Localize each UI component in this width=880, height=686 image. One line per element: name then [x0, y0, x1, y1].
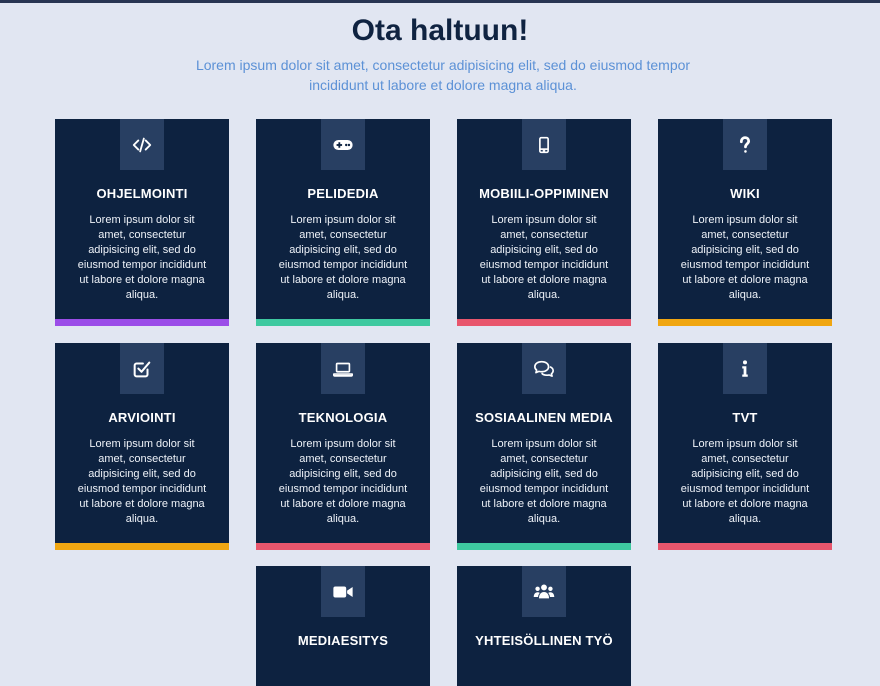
card-icon-box [120, 343, 164, 394]
card-text: Lorem ipsum dolor sit amet, consectetur … [680, 438, 810, 525]
card-icon-box [522, 119, 566, 170]
card-text: Lorem ipsum dolor sit amet, consectetur … [680, 214, 810, 301]
card-yhteisollinen-tyo[interactable]: YHTEISÖLLINEN TYÖ [457, 566, 631, 686]
card-grid: OHJELMOINTI Lorem ipsum dolor sit amet, … [0, 0, 880, 686]
card-icon-box [522, 343, 566, 394]
card-icon-box [321, 119, 365, 170]
mobile-phone-icon [539, 136, 549, 153]
card-ohjelmointi[interactable]: OHJELMOINTI Lorem ipsum dolor sit amet, … [55, 119, 229, 326]
card-mediaesitys[interactable]: MEDIAESITYS [256, 566, 430, 686]
card-title: WIKI [730, 186, 760, 201]
chat-bubbles-icon [534, 360, 554, 377]
card-icon-box [321, 343, 365, 394]
card-icon-box [120, 119, 164, 170]
code-icon [132, 137, 152, 152]
card-mobiili-oppiminen[interactable]: MOBIILI-OPPIMINEN Lorem ipsum dolor sit … [457, 119, 631, 326]
card-icon-box [321, 566, 365, 617]
card-text: Lorem ipsum dolor sit amet, consectetur … [479, 438, 609, 525]
card-icon-box [522, 566, 566, 617]
video-camera-icon [333, 586, 353, 597]
info-icon [742, 359, 748, 377]
card-text: Lorem ipsum dolor sit amet, consectetur … [278, 214, 408, 301]
card-sosiaalinen-media[interactable]: SOSIAALINEN MEDIA Lorem ipsum dolor sit … [457, 343, 631, 550]
card-title: ARVIOINTI [108, 410, 176, 425]
card-wiki[interactable]: WIKI Lorem ipsum dolor sit amet, consect… [658, 119, 832, 326]
card-title: TEKNOLOGIA [298, 410, 388, 425]
card-title: MOBIILI-OPPIMINEN [479, 186, 609, 201]
card-text: Lorem ipsum dolor sit amet, consectetur … [278, 438, 408, 525]
card-title: OHJELMOINTI [96, 186, 188, 201]
laptop-icon [333, 362, 353, 377]
card-title: MEDIAESITYS [297, 633, 389, 648]
card-title: PELIDEDIA [307, 186, 379, 201]
users-group-icon [533, 583, 555, 598]
card-icon-box [723, 119, 767, 170]
card-title: YHTEISÖLLINEN TYÖ [475, 633, 613, 648]
checkbox-icon [133, 361, 151, 377]
card-text: Lorem ipsum dolor sit amet, consectetur … [77, 214, 207, 301]
question-mark-icon [739, 135, 751, 153]
card-tvt[interactable]: TVT Lorem ipsum dolor sit amet, consecte… [658, 343, 832, 550]
gamepad-icon [333, 139, 353, 150]
card-pelidedia[interactable]: PELIDEDIA Lorem ipsum dolor sit amet, co… [256, 119, 430, 326]
card-text: Lorem ipsum dolor sit amet, consectetur … [77, 438, 207, 525]
card-text: Lorem ipsum dolor sit amet, consectetur … [479, 214, 609, 301]
card-arviointi[interactable]: ARVIOINTI Lorem ipsum dolor sit amet, co… [55, 343, 229, 550]
card-teknologia[interactable]: TEKNOLOGIA Lorem ipsum dolor sit amet, c… [256, 343, 430, 550]
card-title: SOSIAALINEN MEDIA [475, 410, 613, 425]
card-icon-box [723, 343, 767, 394]
card-title: TVT [732, 410, 758, 425]
